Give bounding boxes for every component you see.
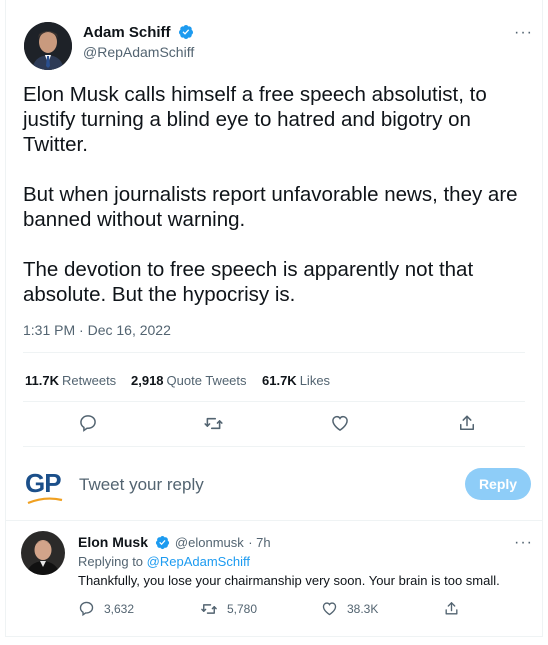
reply-reply-action[interactable]: 3,632 [78, 600, 134, 617]
more-icon[interactable]: ··· [514, 25, 533, 41]
like-icon[interactable] [321, 600, 338, 617]
author-name[interactable]: Adam Schiff [83, 24, 171, 41]
reply-time[interactable]: · 7h [248, 535, 270, 550]
retweet-icon[interactable] [200, 600, 218, 618]
tweet-detail-panel: Adam Schiff @RepAdamSchiff ··· Elon Musk… [5, 0, 543, 637]
reply-button[interactable]: Reply [465, 468, 531, 500]
quotes-label: Quote Tweets [166, 373, 247, 388]
replying-prefix: Replying to [78, 554, 144, 569]
divider [6, 520, 542, 521]
retweet-count: 5,780 [227, 602, 258, 616]
share-icon[interactable] [456, 412, 478, 434]
author-name-row: Adam Schiff [83, 24, 194, 45]
reply-like-action[interactable]: 38.3K [321, 600, 378, 617]
reply-author-row: Elon Musk @elonmusk · 7h [78, 534, 271, 555]
more-icon[interactable]: ··· [514, 535, 533, 551]
divider [23, 401, 525, 402]
retweets-count: 11.7K [25, 373, 59, 388]
reply-input[interactable]: Tweet your reply [79, 475, 439, 495]
quotes-count: 2,918 [131, 373, 164, 388]
divider [23, 352, 525, 353]
quote-tweets-stat[interactable]: 2,918 Quote Tweets [131, 372, 247, 390]
tweet-timestamp[interactable]: 1:31 PM · Dec 16, 2022 [23, 322, 171, 338]
reply-avatar[interactable] [21, 531, 65, 575]
author-handle[interactable]: @RepAdamSchiff [83, 44, 194, 60]
retweet-icon[interactable] [202, 412, 224, 434]
like-count: 38.3K [347, 601, 379, 616]
retweets-label: Retweets [61, 373, 117, 388]
tweet-text: Elon Musk calls himself a free speech ab… [23, 82, 523, 307]
likes-stat[interactable]: 61.7K Likes [262, 372, 330, 390]
tweet-paragraph: But when journalists report unfavorable … [23, 183, 518, 231]
replying-to-link[interactable]: @RepAdamSchiff [147, 554, 250, 569]
gp-logo: GP [25, 468, 62, 498]
like-icon[interactable] [329, 412, 351, 434]
logo-swoosh-icon [27, 497, 63, 505]
reply-text: Thankfully, you lose your chairmanship v… [78, 573, 500, 588]
verified-badge-icon [178, 24, 194, 45]
retweets-stat[interactable]: 11.7K Retweets [25, 372, 116, 390]
reply-icon[interactable] [77, 412, 99, 434]
tweet-paragraph: Elon Musk calls himself a free speech ab… [23, 83, 487, 156]
tweet-paragraph: The devotion to free speech is apparentl… [23, 258, 474, 306]
compose-avatar: GP [23, 464, 67, 508]
reply-author-name[interactable]: Elon Musk [78, 534, 148, 550]
divider [23, 446, 525, 447]
reply-count: 3,632 [104, 601, 135, 616]
avatar[interactable] [24, 22, 72, 70]
share-icon[interactable] [443, 600, 460, 617]
likes-count: 61.7K [262, 373, 297, 388]
reply-retweet-action[interactable]: 5,780 [200, 600, 257, 618]
likes-label: Likes [299, 373, 331, 388]
verified-badge-icon [155, 535, 170, 555]
reply-author-handle[interactable]: @elonmusk [175, 535, 244, 550]
replying-to: Replying to @RepAdamSchiff [78, 554, 250, 569]
reply-icon[interactable] [78, 600, 95, 617]
